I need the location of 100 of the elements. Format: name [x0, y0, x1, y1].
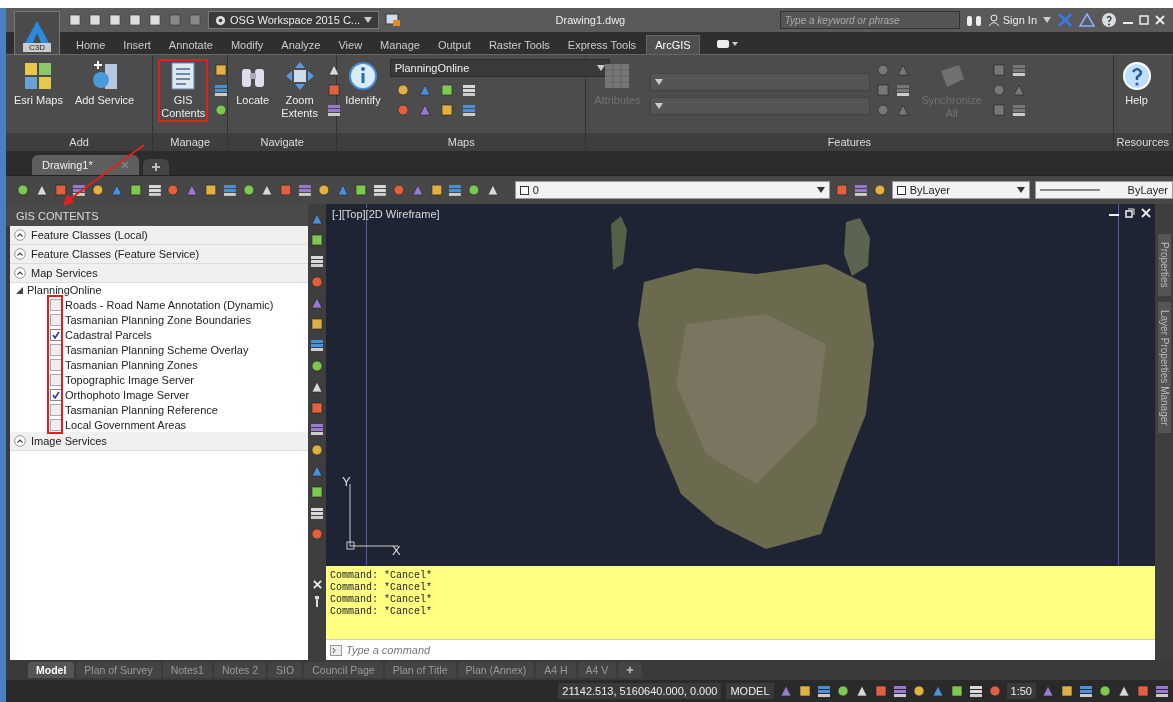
map-dropdown[interactable]: PlanningOnline — [389, 59, 610, 77]
shape-icon[interactable] — [485, 183, 500, 197]
layer-icon[interactable] — [214, 63, 229, 77]
ribbon-button[interactable]: Locate — [233, 59, 273, 110]
collapse-chevron-icon[interactable] — [14, 248, 26, 260]
tool-icon[interactable] — [1098, 684, 1112, 698]
checkbox[interactable] — [50, 328, 62, 341]
ribbon-tab[interactable]: Analyze — [273, 36, 329, 54]
copy-icon[interactable] — [148, 13, 162, 27]
layout-tab[interactable]: Notes 2 — [213, 662, 267, 678]
ribbon-tab[interactable]: Modify — [222, 36, 272, 54]
shape-icon[interactable] — [1117, 684, 1131, 698]
expand-triangle-icon[interactable] — [16, 286, 23, 294]
layers-icon[interactable] — [892, 684, 907, 698]
tool-icon[interactable] — [91, 183, 105, 197]
checkbox[interactable] — [50, 298, 62, 311]
command-field[interactable]: Type a command — [326, 639, 1155, 660]
layers-icon[interactable] — [373, 183, 387, 197]
tool-icon[interactable] — [310, 443, 324, 457]
section-header[interactable]: Feature Classes (Feature Service) — [10, 245, 308, 264]
layers-icon[interactable] — [461, 83, 476, 97]
annotation-scale-button[interactable]: 1:50 — [1006, 683, 1036, 699]
shape-icon[interactable] — [260, 183, 275, 197]
checkbox[interactable] — [50, 388, 62, 401]
ribbon-button[interactable]: Zoom Extents — [278, 59, 321, 123]
layer-icon[interactable] — [310, 401, 324, 415]
collapse-chevron-icon[interactable] — [14, 435, 26, 447]
ribbon-tab[interactable]: Raster Tools — [480, 36, 558, 54]
ribbon-tab[interactable]: Home — [68, 36, 114, 54]
ribbon-tab[interactable]: Express Tools — [559, 36, 645, 54]
layers-icon[interactable] — [72, 183, 87, 197]
checkbox[interactable] — [50, 313, 62, 326]
ribbon-tab[interactable]: ArcGIS — [646, 35, 700, 54]
layout-tab[interactable]: A4 H — [536, 662, 576, 678]
layout-tab[interactable]: Council Page — [304, 662, 383, 678]
layer-icon[interactable] — [835, 183, 850, 197]
layer-icon[interactable] — [1136, 684, 1150, 698]
application-menu-button[interactable]: C3D — [14, 11, 60, 55]
layer-icon[interactable] — [873, 684, 888, 698]
new-layout-button[interactable] — [618, 662, 643, 678]
ribbon-tab[interactable]: Manage — [372, 36, 428, 54]
tool-icon[interactable] — [241, 183, 256, 197]
save-icon[interactable] — [108, 13, 122, 27]
tool-icon[interactable] — [310, 275, 324, 289]
maximize-icon[interactable] — [1139, 15, 1149, 25]
panel-toggle-icon[interactable] — [715, 38, 738, 50]
layers-icon[interactable] — [968, 684, 983, 698]
ribbon-button[interactable]: Help — [1118, 59, 1155, 110]
shape-icon[interactable] — [326, 63, 341, 77]
layer-icon[interactable] — [310, 485, 324, 499]
shape-icon[interactable] — [930, 684, 945, 698]
model-space-button[interactable]: MODEL — [726, 683, 774, 699]
shape-icon[interactable] — [778, 684, 793, 698]
wrench-icon[interactable] — [312, 595, 322, 607]
layer-icon[interactable] — [439, 83, 454, 97]
checkbox[interactable] — [50, 418, 62, 431]
layout-tab[interactable]: A4 V — [577, 662, 617, 678]
help-icon[interactable] — [1101, 12, 1117, 28]
ribbon-button[interactable]: Esri Maps — [11, 59, 66, 110]
layer-icon[interactable] — [354, 183, 369, 197]
ribbon-tab[interactable]: Insert — [115, 36, 159, 54]
layer-icon[interactable] — [1060, 684, 1074, 698]
ribbon-tab[interactable]: Output — [429, 36, 479, 54]
section-header[interactable]: Map Services — [10, 264, 308, 283]
layer-icon[interactable] — [439, 103, 454, 117]
layers-icon[interactable] — [310, 422, 324, 436]
tool-icon[interactable] — [395, 83, 410, 97]
ribbon-tab[interactable]: Annotate — [160, 36, 221, 54]
layers-icon[interactable] — [816, 684, 831, 698]
layer-icon[interactable] — [310, 233, 324, 247]
dropdown-caret-icon[interactable] — [364, 17, 373, 23]
layer-dropdown[interactable]: 0 — [514, 181, 831, 199]
layer-icon[interactable] — [429, 183, 444, 197]
layer-icon[interactable] — [279, 183, 293, 197]
layers-icon[interactable] — [448, 183, 463, 197]
tool-icon[interactable] — [316, 183, 331, 197]
layer-icon[interactable] — [53, 183, 68, 197]
new-tab-button[interactable] — [142, 159, 169, 175]
dropdown-caret-icon[interactable] — [596, 65, 605, 71]
palette-tab[interactable]: Layer Properties Manager — [1157, 301, 1171, 434]
new-file-icon[interactable] — [68, 13, 82, 27]
tool-icon[interactable] — [214, 103, 229, 117]
viewport-controls-label[interactable]: [-][Top][2D Wireframe] — [332, 208, 442, 220]
tool-icon[interactable] — [310, 359, 324, 373]
layout-tab[interactable]: Plan of Survey — [76, 662, 161, 678]
layer-icon[interactable] — [949, 684, 964, 698]
layer-icon[interactable] — [128, 183, 143, 197]
dropdown-caret-icon[interactable] — [817, 187, 826, 193]
tool-icon[interactable] — [872, 183, 887, 197]
linetype-dropdown[interactable]: ByLayer — [1034, 181, 1173, 199]
layers-icon[interactable] — [326, 103, 341, 117]
color-dropdown[interactable]: ByLayer — [891, 181, 1030, 199]
checkbox[interactable] — [50, 403, 62, 416]
checkbox[interactable] — [50, 373, 62, 386]
layout-tab[interactable]: Notes1 — [162, 662, 212, 678]
layers-icon[interactable] — [1155, 684, 1169, 698]
workspace-dropdown[interactable]: OSG Workspace 2015 C... — [208, 11, 380, 29]
section-header[interactable]: Feature Classes (Local) — [10, 226, 308, 245]
checkbox[interactable] — [50, 358, 62, 371]
layers-icon[interactable] — [147, 183, 162, 197]
